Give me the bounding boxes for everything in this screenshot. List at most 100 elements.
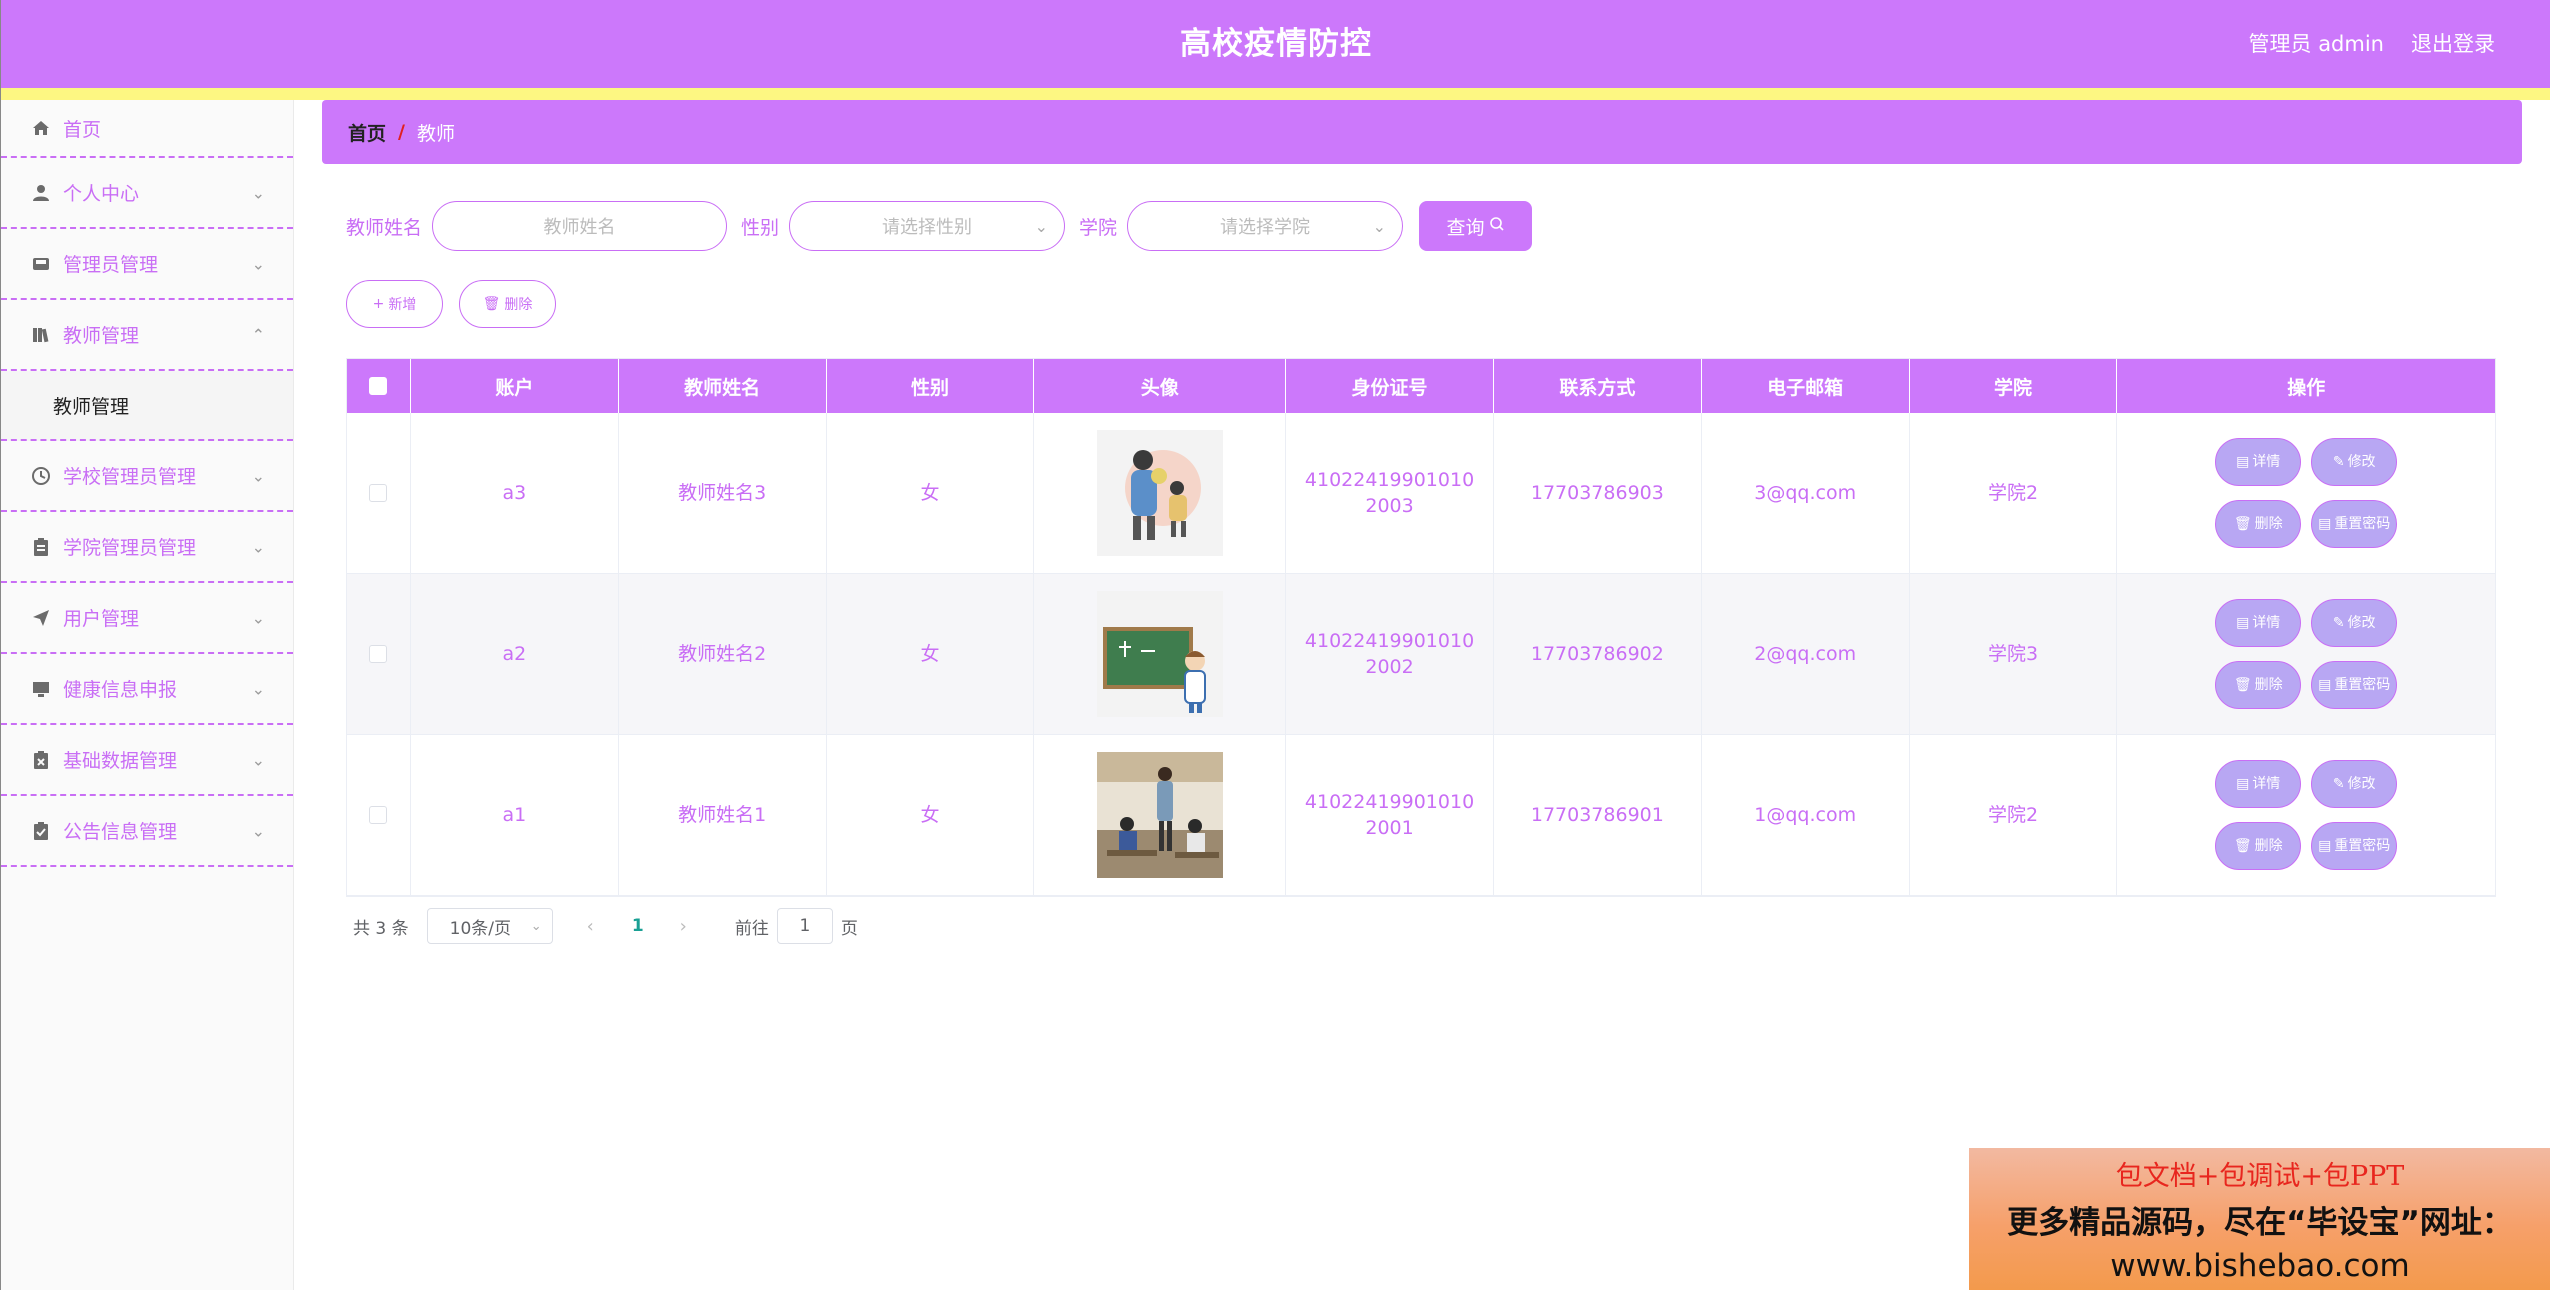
row-select-cell	[347, 735, 411, 895]
row-checkbox[interactable]	[369, 806, 388, 824]
sidebar-item-health-report[interactable]: 健康信息申报 ⌄	[1, 654, 293, 725]
reset-icon: ▤	[2318, 677, 2332, 693]
sidebar-item-college-admin-management[interactable]: 学院管理员管理 ⌄	[1, 512, 293, 583]
books-icon	[31, 325, 51, 345]
detail-button[interactable]: ▤ 详情	[2215, 760, 2302, 808]
query-button[interactable]: 查询	[1419, 201, 1533, 251]
row-checkbox[interactable]	[369, 645, 388, 663]
clock-icon	[31, 466, 51, 486]
sidebar-item-label: 学院管理员管理	[63, 537, 197, 559]
operations-cell: ▤ 详情 ✎ 修改 🗑 删除 ▤ 重置密码	[2117, 574, 2495, 734]
table-row: a1 教师姓名1 女 410224199010102001 1770378690…	[347, 735, 2495, 896]
detail-icon: ▤	[2236, 776, 2250, 792]
sidebar-item-label: 首页	[63, 118, 102, 141]
sidebar-item-label: 教师管理	[63, 325, 140, 347]
gender-select[interactable]: 请选择性别 ⌄	[789, 201, 1066, 251]
gender-placeholder: 请选择性别	[882, 217, 973, 238]
edit-button[interactable]: ✎ 修改	[2311, 599, 2398, 647]
reset-password-button[interactable]: ▤ 重置密码	[2311, 661, 2398, 709]
chevron-down-icon: ⌄	[1372, 216, 1387, 236]
pagination: 共 3 条 10条/页 ⌄ ‹ 1 › 前往 1 页	[353, 908, 858, 944]
college-placeholder: 请选择学院	[1220, 217, 1311, 238]
page-size-value: 10条/页	[449, 918, 511, 939]
ad-line-1: 包文档+包调试+包PPT	[2115, 1161, 2405, 1192]
column-header: 学院	[1910, 359, 2118, 413]
action-row: + 新增 🗑 删除	[346, 280, 572, 328]
delete-button[interactable]: 🗑 删除	[2215, 822, 2302, 870]
detail-label: 详情	[2252, 776, 2281, 792]
sidebar-item-label: 学校管理员管理	[63, 466, 197, 488]
reset-password-button[interactable]: ▤ 重置密码	[2311, 822, 2398, 870]
id-number-cell: 410224199010102003	[1286, 413, 1494, 573]
chevron-down-icon: ⌄	[530, 918, 542, 934]
teacher-name-input[interactable]: 教师姓名	[432, 201, 728, 251]
sidebar-item-admin-management[interactable]: 管理员管理 ⌄	[1, 229, 293, 300]
teacher-avatar-hug[interactable]	[1096, 430, 1223, 556]
reset-label: 重置密码	[2334, 838, 2391, 854]
sidebar-item-teacher-management[interactable]: 教师管理 ⌃	[1, 300, 293, 371]
detail-button[interactable]: ▤ 详情	[2215, 599, 2302, 647]
table-header: 账户 教师姓名 性别 头像 身份证号 联系方式 电子邮箱 学院 操作	[347, 359, 2495, 413]
teacher-name-label: 教师姓名	[346, 216, 423, 239]
total-count: 共 3 条	[353, 918, 409, 939]
phone-cell: 17703786902	[1494, 574, 1702, 734]
delete-button[interactable]: 🗑 删除	[2215, 500, 2302, 548]
edit-icon: ✎	[2332, 776, 2345, 792]
breadcrumb-separator: /	[398, 121, 405, 143]
email-cell: 2@qq.com	[1702, 574, 1910, 734]
reset-label: 重置密码	[2334, 516, 2391, 532]
prev-page-button[interactable]: ‹	[587, 916, 594, 937]
chevron-down-icon: ⌄	[251, 821, 265, 840]
edit-button[interactable]: ✎ 修改	[2311, 760, 2398, 808]
sidebar-item-label: 健康信息申报	[63, 679, 178, 701]
sidebar-subitem-teacher-management[interactable]: 教师管理	[1, 371, 293, 441]
edit-label: 修改	[2347, 454, 2376, 470]
sidebar-item-home[interactable]: 首页	[1, 100, 293, 158]
college-label: 学院	[1079, 216, 1118, 239]
id-number-text: 410224199010102002	[1304, 630, 1475, 678]
delete-label: 删除	[2254, 677, 2283, 693]
account-cell: a2	[411, 574, 619, 734]
next-page-button[interactable]: ›	[680, 916, 687, 937]
logout-link[interactable]: 退出登录	[2411, 0, 2495, 88]
detail-button[interactable]: ▤ 详情	[2215, 438, 2302, 486]
page-size-select[interactable]: 10条/页 ⌄	[426, 908, 553, 944]
chevron-down-icon: ⌄	[251, 750, 265, 769]
sidebar-item-notice-management[interactable]: 公告信息管理 ⌄	[1, 796, 293, 867]
edit-label: 修改	[2347, 615, 2376, 631]
gender-cell: 女	[827, 413, 1035, 573]
top-bar: 高校疫情防控 管理员 admin 退出登录	[1, 0, 2550, 88]
goto-page-input[interactable]: 1	[776, 908, 833, 944]
breadcrumb: 首页 / 教师	[322, 100, 2522, 164]
ad-line-2: 更多精品源码，尽在“毕设宝”网址：	[2007, 1205, 2513, 1241]
plus-icon: +	[372, 296, 385, 312]
reset-password-button[interactable]: ▤ 重置密码	[2311, 500, 2398, 548]
teacher-avatar-classroom[interactable]	[1096, 752, 1223, 878]
breadcrumb-current: 教师	[416, 122, 455, 145]
detail-icon: ▤	[2236, 454, 2250, 470]
add-button-label: 新增	[388, 297, 417, 313]
edit-button[interactable]: ✎ 修改	[2311, 438, 2398, 486]
add-button[interactable]: + 新增	[346, 280, 443, 328]
breadcrumb-home[interactable]: 首页	[348, 119, 386, 146]
goto-page-value: 1	[799, 916, 811, 936]
college-select[interactable]: 请选择学院 ⌄	[1127, 201, 1404, 251]
delete-label: 删除	[2254, 516, 2283, 532]
column-header: 教师姓名	[619, 359, 827, 413]
detail-label: 详情	[2252, 615, 2281, 631]
sidebar-item-basic-data-management[interactable]: 基础数据管理 ⌄	[1, 725, 293, 796]
select-all-checkbox[interactable]	[369, 377, 388, 395]
sidebar-item-personal-center[interactable]: 个人中心 ⌄	[1, 158, 293, 229]
batch-delete-button[interactable]: 🗑 删除	[459, 280, 556, 328]
sidebar-item-user-management[interactable]: 用户管理 ⌄	[1, 583, 293, 654]
account-cell: a1	[411, 735, 619, 895]
avatar-cell	[1034, 413, 1287, 573]
row-checkbox[interactable]	[369, 484, 388, 502]
teacher-avatar-blackboard[interactable]	[1096, 591, 1223, 717]
id-number-text: 410224199010102001	[1304, 791, 1475, 839]
sidebar-item-school-admin-management[interactable]: 学校管理员管理 ⌄	[1, 441, 293, 512]
page-number[interactable]: 1	[632, 916, 644, 936]
column-header: 操作	[2287, 376, 2326, 399]
batch-delete-button-label: 删除	[504, 297, 533, 313]
delete-button[interactable]: 🗑 删除	[2215, 661, 2302, 709]
